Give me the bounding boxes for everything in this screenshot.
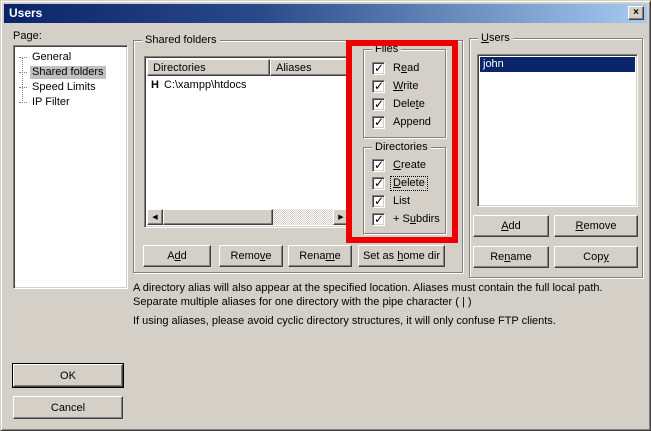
directory-path: C:\xampp\htdocs [164, 79, 247, 91]
checkbox-check-icon[interactable] [372, 80, 385, 93]
user-remove-button[interactable]: Remove [554, 215, 638, 237]
tree-connector [19, 57, 27, 58]
dir-delete-checkbox[interactable]: Delete [372, 176, 427, 191]
scroll-thumb[interactable] [163, 209, 273, 225]
close-icon: × [633, 7, 639, 18]
sidebar-item-label: Shared folders [30, 66, 106, 79]
shared-folders-list[interactable]: Directories Aliases H C:\xampp\htdocs ◀ … [144, 56, 352, 228]
read-checkbox[interactable]: Read [372, 61, 421, 76]
info-paragraph-1: A directory alias will also appear at th… [133, 281, 641, 309]
sidebar-item-label: Speed Limits [30, 81, 98, 94]
sidebar-item-speed-limits[interactable]: Speed Limits [14, 80, 127, 95]
checkbox-check-icon[interactable] [372, 62, 385, 75]
create-checkbox[interactable]: Create [372, 158, 428, 173]
list-checkbox[interactable]: List [372, 194, 412, 209]
page-label: Page: [13, 30, 42, 42]
directories-group-label: Directories [372, 141, 431, 153]
remove-folder-button[interactable]: Remove [219, 245, 283, 267]
user-rename-button[interactable]: Rename [473, 246, 549, 268]
remove-folder-button-label: Remove [231, 250, 272, 262]
file-delete-checkbox-label: Delete [391, 98, 427, 111]
tree-connector [19, 72, 27, 73]
checkbox-check-icon[interactable] [372, 116, 385, 129]
scroll-left-icon: ◀ [152, 213, 157, 221]
ok-button[interactable]: OK [13, 364, 123, 387]
list-checkbox-label: List [391, 195, 412, 208]
add-folder-button[interactable]: Add [143, 245, 211, 267]
title-bar[interactable]: Users × [4, 4, 647, 23]
sidebar-item-ip-filter[interactable]: IP Filter [14, 95, 127, 110]
dir-delete-checkbox-label: Delete [391, 177, 427, 190]
user-row-john[interactable]: john [480, 57, 635, 72]
users-list[interactable]: john [477, 54, 638, 207]
append-checkbox-label: Append [391, 116, 433, 129]
user-copy-button-label: Copy [583, 251, 609, 263]
set-as-home-dir-button-label: Set as home dir [363, 250, 440, 262]
file-delete-checkbox[interactable]: Delete [372, 97, 427, 112]
ok-button-label: OK [60, 370, 76, 382]
users-group-label: Users [478, 32, 513, 44]
checkbox-check-icon[interactable] [372, 177, 385, 190]
write-checkbox-label: Write [391, 80, 420, 93]
checkbox-check-icon[interactable] [372, 213, 385, 226]
tree-line [22, 57, 23, 103]
add-folder-button-label: Add [167, 250, 187, 262]
scroll-right-button[interactable]: ▶ [333, 209, 349, 225]
home-marker: H [151, 79, 164, 91]
read-checkbox-label: Read [391, 62, 421, 75]
sidebar-item-label: IP Filter [30, 96, 72, 109]
write-checkbox[interactable]: Write [372, 79, 420, 94]
info-paragraph-2: If using aliases, please avoid cyclic di… [133, 314, 641, 328]
cancel-button-label: Cancel [51, 402, 85, 414]
list-header-row: Directories Aliases [147, 59, 349, 76]
checkbox-check-icon[interactable] [372, 98, 385, 111]
directories-group: Directories Create Delete List + Subdirs [363, 147, 446, 234]
shared-folder-row[interactable]: H C:\xampp\htdocs [147, 77, 349, 92]
rename-folder-button-label: Rename [299, 250, 341, 262]
subdirs-checkbox-label: + Subdirs [391, 213, 442, 226]
files-group: Files Read Write Delete Append [363, 49, 446, 138]
create-checkbox-label: Create [391, 159, 428, 172]
window-title: Users [9, 6, 42, 20]
horizontal-scrollbar[interactable]: ◀ ▶ [147, 209, 349, 225]
rename-folder-button[interactable]: Rename [288, 245, 352, 267]
files-group-label: Files [372, 43, 401, 55]
user-remove-button-label: Remove [576, 220, 617, 232]
subdirs-checkbox[interactable]: + Subdirs [372, 212, 442, 227]
user-copy-button[interactable]: Copy [554, 246, 638, 268]
user-rename-button-label: Rename [490, 251, 532, 263]
page-tree: General Shared folders Speed Limits IP F… [13, 45, 128, 289]
scroll-right-icon: ▶ [338, 213, 343, 221]
aliases-column-header[interactable]: Aliases [270, 59, 349, 76]
sidebar-item-general[interactable]: General [14, 50, 127, 65]
append-checkbox[interactable]: Append [372, 115, 433, 130]
checkbox-check-icon[interactable] [372, 195, 385, 208]
shared-folders-group-label: Shared folders [142, 34, 220, 46]
directories-column-header[interactable]: Directories [147, 59, 270, 76]
scroll-left-button[interactable]: ◀ [147, 209, 163, 225]
alias-info-text: A directory alias will also appear at th… [133, 281, 641, 333]
checkbox-check-icon[interactable] [372, 159, 385, 172]
set-as-home-dir-button[interactable]: Set as home dir [358, 245, 445, 267]
user-add-button[interactable]: Add [473, 215, 549, 237]
user-add-button-label: Add [501, 220, 521, 232]
sidebar-item-label: General [30, 51, 73, 64]
cancel-button[interactable]: Cancel [13, 396, 123, 419]
sidebar-item-shared-folders[interactable]: Shared folders [14, 65, 127, 80]
tree-connector [19, 102, 27, 103]
tree-connector [19, 87, 27, 88]
close-button[interactable]: × [628, 6, 644, 20]
